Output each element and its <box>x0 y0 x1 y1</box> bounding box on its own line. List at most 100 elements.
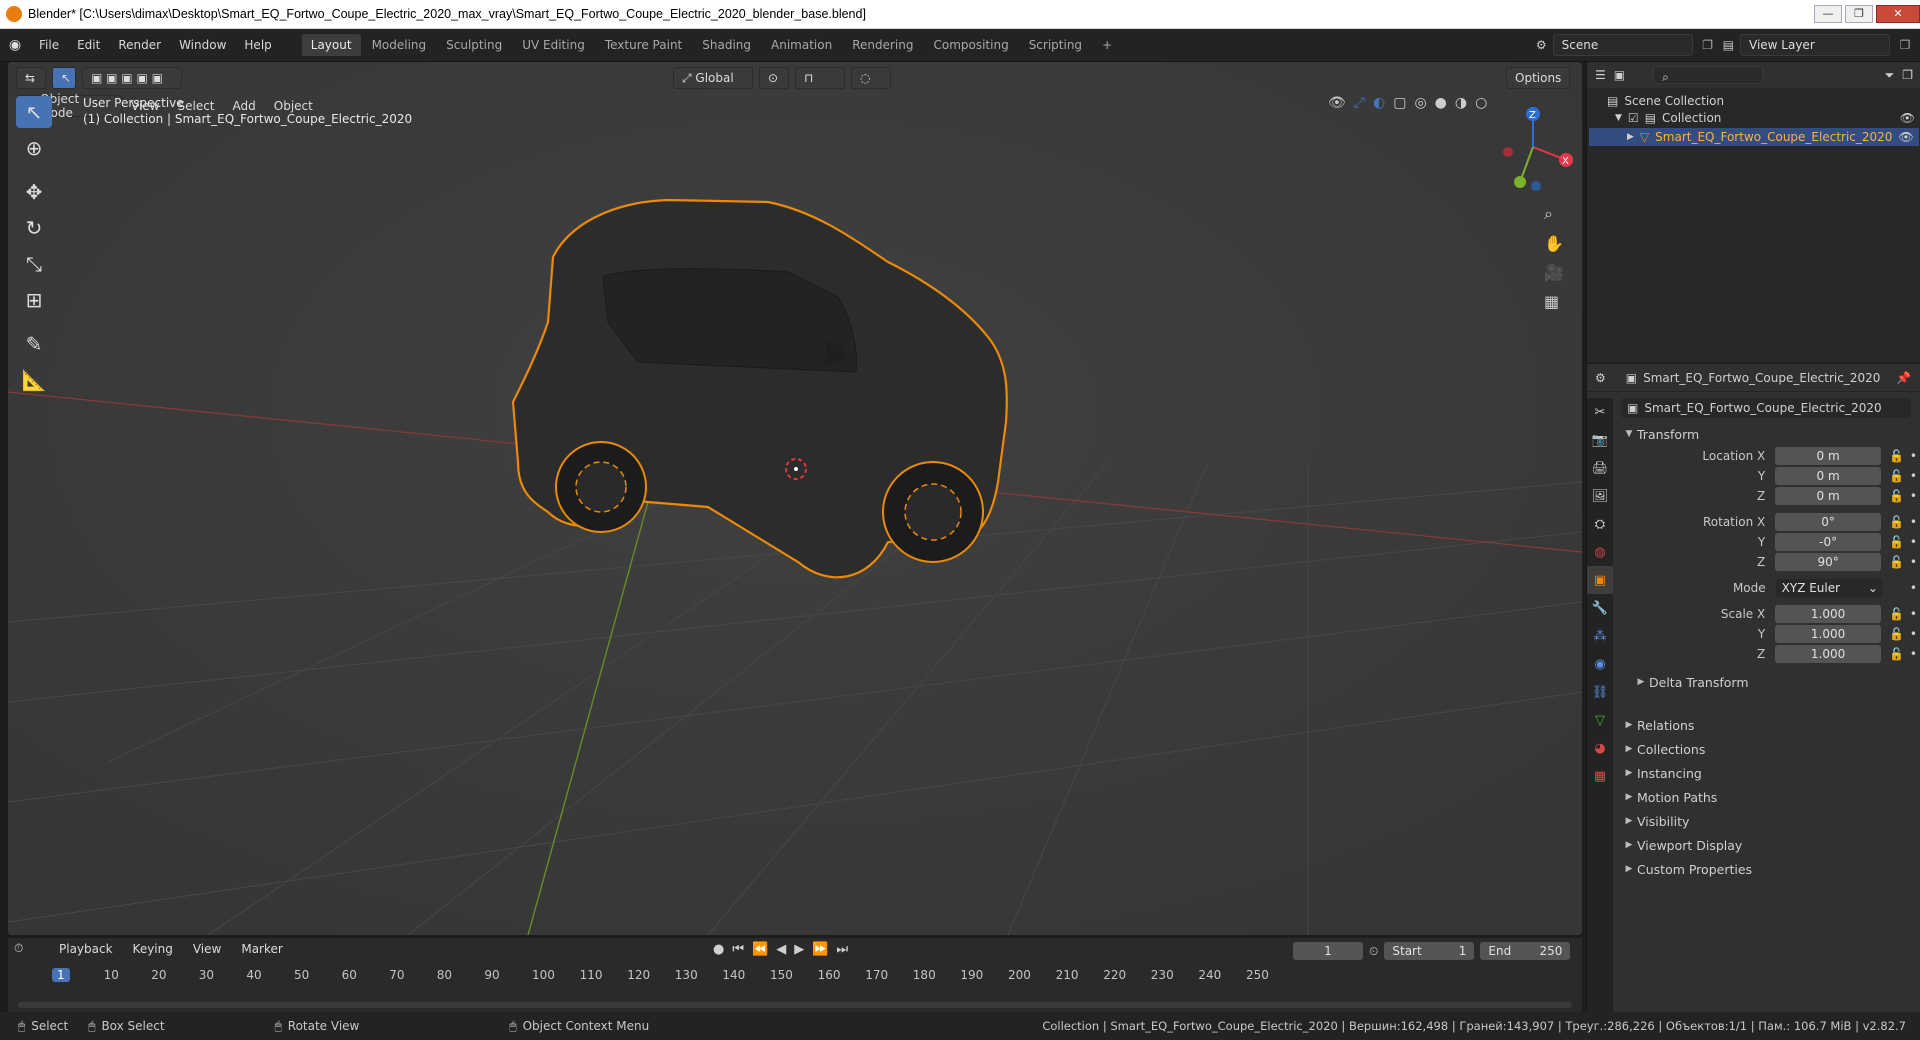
lock-icon[interactable]: 🔓 <box>1889 607 1904 621</box>
tab-modeling[interactable]: Modeling <box>363 34 436 56</box>
constraints-tab-icon[interactable]: ⛓ <box>1587 678 1613 706</box>
tab-layout[interactable]: Layout <box>301 34 361 56</box>
lock-icon[interactable]: 🔓 <box>1889 535 1904 549</box>
scale-y-field[interactable]: 1.000 <box>1775 625 1881 643</box>
menu-edit[interactable]: Edit <box>68 38 109 52</box>
delta-transform-header[interactable]: ▶ Delta Transform <box>1621 670 1917 694</box>
lock-icon[interactable]: 🔓 <box>1889 555 1904 569</box>
keyframe-dot-icon[interactable]: • <box>1910 469 1917 483</box>
output-tab-icon[interactable]: 🖨 <box>1587 454 1613 482</box>
particles-tab-icon[interactable]: ⁂ <box>1587 622 1613 650</box>
snap-icon[interactable]: ⊓ <box>795 67 845 89</box>
rotation-y-field[interactable]: -0° <box>1775 533 1881 551</box>
rotation-mode-dropdown[interactable]: XYZ Euler ⌄ <box>1775 579 1882 597</box>
keyframe-dot-icon[interactable]: • <box>1910 555 1917 569</box>
viewport-menu-add[interactable]: Add <box>224 99 265 113</box>
transform-panel-header[interactable]: ▼ Transform <box>1621 422 1917 446</box>
proportional-edit-icon[interactable]: ◌ <box>851 67 891 89</box>
outliner-search-input[interactable]: ⌕ <box>1653 66 1764 84</box>
keyframe-dot-icon[interactable]: • <box>1910 449 1917 463</box>
new-scene-icon[interactable]: ❐ <box>1693 38 1723 52</box>
rotation-z-field[interactable]: 90° <box>1775 553 1881 571</box>
tool-tab-icon[interactable]: ✂ <box>1587 398 1613 426</box>
pivot-icon[interactable]: ⊙ <box>759 67 789 89</box>
gizmo-icon[interactable]: ⤢ <box>1354 95 1365 111</box>
render-tab-icon[interactable]: 📷 <box>1587 426 1613 454</box>
select-tool-icon[interactable]: ↖ <box>52 67 76 89</box>
physics-tab-icon[interactable]: ◉ <box>1587 650 1613 678</box>
location-z-field[interactable]: 0 m <box>1775 487 1881 505</box>
scale-z-field[interactable]: 1.000 <box>1775 645 1881 663</box>
zoom-icon[interactable]: ⌕ <box>1544 204 1564 224</box>
object-name-field[interactable]: ▣ Smart_EQ_Fortwo_Coupe_Electric_2020 <box>1621 398 1911 418</box>
outliner-row-object[interactable]: ▶ ▽ Smart_EQ_Fortwo_Coupe_Electric_2020 … <box>1589 128 1919 146</box>
pin-icon[interactable]: 📌 <box>1896 371 1911 385</box>
lock-icon[interactable]: 🔓 <box>1889 515 1904 529</box>
material-tab-icon[interactable]: ◕ <box>1587 734 1613 762</box>
scale-x-field[interactable]: 1.000 <box>1775 605 1881 623</box>
transform-pivot-icon[interactable]: ⇆ <box>16 67 46 89</box>
rotation-x-field[interactable]: 0° <box>1775 513 1881 531</box>
menu-file[interactable]: File <box>30 38 68 52</box>
new-collection-icon[interactable]: ❐ <box>1902 68 1913 82</box>
minimize-button[interactable]: — <box>1814 5 1842 23</box>
view-layer-tab-icon[interactable]: 🖼 <box>1587 482 1613 510</box>
display-mode-icon[interactable]: ▣ <box>1614 68 1625 82</box>
keyframe-dot-icon[interactable]: • <box>1910 489 1917 503</box>
keyframe-dot-icon[interactable]: • <box>1910 515 1917 529</box>
navigation-gizmo[interactable]: X Z <box>1488 102 1578 192</box>
lock-icon[interactable]: 🔓 <box>1889 489 1904 503</box>
tab-shading[interactable]: Shading <box>693 34 760 56</box>
relations-panel-header[interactable]: ▶ Relations <box>1621 713 1917 737</box>
visibility-panel-header[interactable]: ▶ Visibility <box>1621 809 1917 833</box>
filter-icon[interactable]: ⏷ <box>1885 68 1895 83</box>
annotate-tool-icon[interactable]: ✎ <box>16 328 52 360</box>
3d-viewport[interactable]: ⇆ ↖ ▣ ▣ ▣ ▣ ▣ ⤢ Global ⊙ ⊓ ◌ Options ▣ O… <box>8 62 1582 935</box>
keyframe-dot-icon[interactable]: • <box>1910 627 1917 641</box>
tab-sculpting[interactable]: Sculpting <box>437 34 511 56</box>
current-frame-indicator[interactable]: 1 <box>52 968 70 982</box>
blender-menu-icon[interactable]: ◉ <box>0 37 30 53</box>
tab-scripting[interactable]: Scripting <box>1020 34 1091 56</box>
wireframe-shading-icon[interactable]: ◎ <box>1414 95 1426 111</box>
measure-tool-icon[interactable]: 📐 <box>16 364 52 396</box>
perspective-grid-icon[interactable]: ▦ <box>1544 292 1564 311</box>
menu-help[interactable]: Help <box>235 38 280 52</box>
world-tab-icon[interactable]: ◍ <box>1587 538 1613 566</box>
outliner-editor-type-icon[interactable]: ☰ <box>1595 68 1606 82</box>
location-x-field[interactable]: 0 m <box>1775 447 1881 465</box>
transform-tool-icon[interactable]: ⊞ <box>16 284 52 316</box>
outliner-row-collection[interactable]: ▼ ☑ ▤ Collection 👁 <box>1615 111 1915 125</box>
instancing-panel-header[interactable]: ▶ Instancing <box>1621 761 1917 785</box>
keyframe-dot-icon[interactable]: • <box>1910 535 1917 549</box>
object-eye-icon[interactable]: 👁 <box>1898 130 1913 144</box>
collection-checkbox-icon[interactable]: ☑ <box>1628 111 1639 125</box>
scene-tab-icon[interactable]: ⛭ <box>1587 510 1613 538</box>
timeline-scrollbar[interactable] <box>18 1002 1572 1008</box>
tab-rendering[interactable]: Rendering <box>843 34 922 56</box>
tab-compositing[interactable]: Compositing <box>924 34 1017 56</box>
orientation-dropdown[interactable]: ⤢ Global <box>673 67 753 89</box>
tab-uv-editing[interactable]: UV Editing <box>513 34 594 56</box>
cursor-tool-icon[interactable]: ⊕ <box>16 132 52 164</box>
pan-hand-icon[interactable]: ✋ <box>1544 234 1564 253</box>
move-tool-icon[interactable]: ✥ <box>16 176 52 208</box>
data-tab-icon[interactable]: ▽ <box>1587 706 1613 734</box>
scale-tool-icon[interactable]: ⤡ <box>16 248 52 280</box>
maximize-button[interactable]: ❐ <box>1845 5 1873 23</box>
viewport-display-panel-header[interactable]: ▶ Viewport Display <box>1621 833 1917 857</box>
motion-paths-panel-header[interactable]: ▶ Motion Paths <box>1621 785 1917 809</box>
rendered-shading-icon[interactable]: ○ <box>1475 95 1487 111</box>
menu-window[interactable]: Window <box>170 38 235 52</box>
object-tab-icon[interactable]: ▣ <box>1587 566 1613 594</box>
visibility-icon[interactable]: 👁 <box>1328 95 1346 111</box>
xray-icon[interactable]: ▢ <box>1393 95 1406 111</box>
view-layer-field[interactable]: View Layer <box>1740 34 1890 56</box>
expand-object-icon[interactable]: ▶ <box>1627 132 1634 142</box>
menu-render[interactable]: Render <box>109 38 170 52</box>
lock-icon[interactable]: 🔓 <box>1889 647 1904 661</box>
new-view-layer-icon[interactable]: ❐ <box>1890 38 1920 52</box>
timeline-editor[interactable]: ⏱ Playback Keying View Marker ● ⏮ ⏪ ◀ ▶ … <box>8 938 1582 1014</box>
keyframe-dot-icon[interactable]: • <box>1910 607 1917 621</box>
expand-collection-icon[interactable]: ▼ <box>1615 113 1622 123</box>
